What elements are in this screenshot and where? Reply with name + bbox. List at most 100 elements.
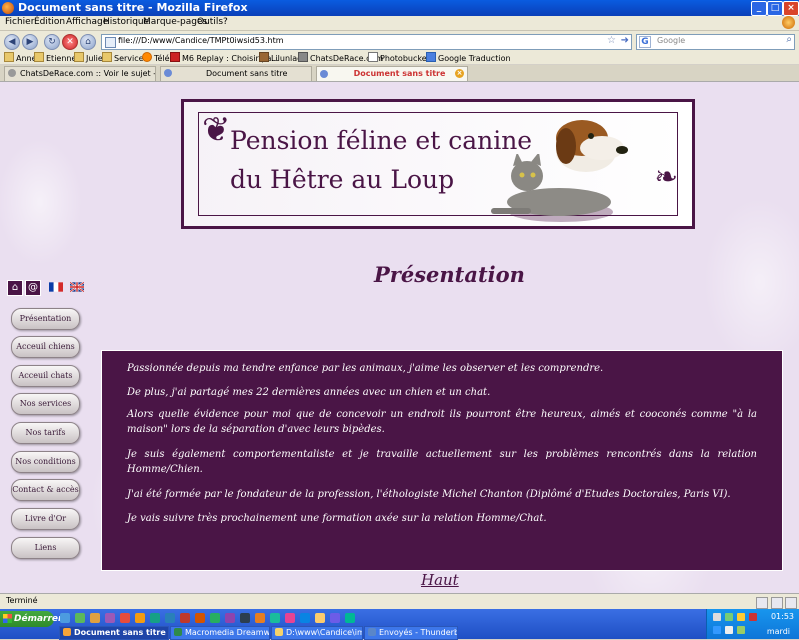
french-flag-icon[interactable] (49, 282, 63, 292)
nav-nos-tarifs[interactable]: Nos tarifs (11, 422, 80, 444)
task-firefox[interactable]: Document sans titre -... (59, 626, 169, 640)
tray-icon-5[interactable] (713, 626, 721, 634)
throbber-icon (782, 16, 795, 29)
google-engine-icon[interactable]: G (639, 36, 651, 48)
reload-icon[interactable]: ↻ (44, 34, 60, 50)
folder-icon (102, 52, 112, 62)
quicklaunch-folder-icon[interactable] (90, 613, 100, 623)
bookmark-star-icon[interactable]: ☆ (607, 35, 616, 46)
quicklaunch-app4-icon[interactable] (180, 613, 190, 623)
maximize-button[interactable]: □ (767, 1, 783, 16)
paragraph-2: De plus, j'ai partagé mes 22 dernières a… (127, 387, 491, 398)
status-popup-icon[interactable] (771, 597, 783, 609)
quicklaunch-ie-icon[interactable] (75, 613, 85, 623)
nav-contact-acces[interactable]: Contact & accès (11, 479, 80, 501)
nav-nos-services[interactable]: Nos services (11, 393, 80, 415)
quicklaunch-app6-icon[interactable] (210, 613, 220, 623)
quicklaunch-firefox-icon[interactable] (135, 613, 145, 623)
nav-acceuil-chats[interactable]: Acceuil chats (11, 365, 80, 387)
quicklaunch-app-icon[interactable] (120, 613, 130, 623)
home-icon[interactable]: ⌂ (7, 280, 23, 296)
home-nav-icon[interactable]: ⌂ (80, 34, 96, 50)
task-thunderbird[interactable]: Envoyés - Thunderbird (364, 626, 458, 640)
quicklaunch-app14-icon[interactable] (330, 613, 340, 623)
system-tray: 01:53 mardi (706, 609, 799, 639)
tab-document-active[interactable]: Document sans titre × (316, 66, 468, 81)
nav-livre-dor[interactable]: Livre d'Or (11, 508, 80, 530)
search-box[interactable]: G Google ⌕ (636, 34, 795, 50)
bookmark-lilunlae[interactable]: Lilunlae (259, 52, 302, 63)
paragraph-3: Alors quelle évidence pour moi que de co… (127, 409, 757, 435)
bookmark-google-traduction[interactable]: Google Traduction (426, 52, 511, 63)
bookmark-photobucket[interactable]: Photobucket2 (368, 52, 435, 63)
quicklaunch-app3-icon[interactable] (165, 613, 175, 623)
menu-fichier[interactable]: Fichier (5, 17, 34, 27)
quicklaunch-media-icon[interactable] (105, 613, 115, 623)
tab-chatsderace[interactable]: ChatsDeRace.com :: Voir le sujet - Nou..… (4, 66, 156, 81)
status-addon-icon[interactable] (785, 597, 797, 609)
tray-icon-1[interactable] (713, 613, 721, 621)
quicklaunch-app12-icon[interactable] (300, 613, 310, 623)
quicklaunch-app9-icon[interactable] (255, 613, 265, 623)
tray-clock: 01:53 (770, 612, 794, 621)
navigation-toolbar: ◀ ▶ ↻ ✕ ⌂ file:///D:/www/Candice/TMPt0iw… (0, 31, 799, 51)
search-magnifier-icon[interactable]: ⌕ (786, 34, 792, 45)
tab-document-1[interactable]: Document sans titre (160, 66, 312, 81)
url-text: file:///D:/www/Candice/TMPt0iwsid53.htm (118, 36, 284, 45)
bookmark-tele[interactable]: Télé (142, 52, 170, 63)
photobucket-icon (368, 52, 378, 62)
bookmark-services[interactable]: Services (102, 52, 148, 63)
quicklaunch-app7-icon[interactable] (225, 613, 235, 623)
tray-icon-2[interactable] (725, 613, 733, 621)
quicklaunch-app13-icon[interactable] (315, 613, 325, 623)
quicklaunch-app2-icon[interactable] (150, 613, 160, 623)
uk-flag-icon[interactable] (70, 282, 84, 292)
go-arrow-icon[interactable]: ➜ (621, 35, 629, 46)
start-button[interactable]: Démarrer (0, 611, 62, 627)
page-viewport: ❦ ❧ Pension féline et canine du Hêtre au… (0, 82, 799, 593)
presentation-text-box: Passionnée depuis ma tendre enfance par … (101, 350, 783, 571)
bookmark-julie[interactable]: Julie (74, 52, 103, 63)
quicklaunch-app15-icon[interactable] (345, 613, 355, 623)
tray-icon-3[interactable] (737, 613, 745, 621)
window-titlebar: Document sans titre - Mozilla Firefox _ … (0, 0, 799, 16)
tray-icon-7[interactable] (737, 626, 745, 634)
tray-icon-4[interactable] (749, 613, 757, 621)
nav-presentation[interactable]: Présentation (11, 308, 80, 330)
forward-icon[interactable]: ▶ (22, 34, 38, 50)
menu-help[interactable]: ? (223, 17, 228, 27)
paragraph-6: Je vais suivre très prochainement une fo… (127, 513, 547, 524)
firefox-task-icon (63, 628, 71, 636)
quicklaunch-app11-icon[interactable] (285, 613, 295, 623)
tray-icon-6[interactable] (725, 626, 733, 634)
nav-liens[interactable]: Liens (11, 537, 80, 559)
status-security-icon[interactable] (756, 597, 768, 609)
menu-outils[interactable]: Outils (197, 17, 223, 27)
task-dreamweaver[interactable]: Macromedia Dreamweav... (170, 626, 270, 640)
back-icon[interactable]: ◀ (4, 34, 20, 50)
bookmark-anne[interactable]: Anne (4, 52, 37, 63)
lilunlae-icon (259, 52, 269, 62)
ornament-swirl-icon: ❦ (202, 110, 231, 150)
search-placeholder: Google (657, 36, 686, 45)
quicklaunch-desktop-icon[interactable] (60, 613, 70, 623)
nav-acceuil-chiens[interactable]: Acceuil chiens (11, 336, 80, 358)
quicklaunch-app8-icon[interactable] (240, 613, 250, 623)
minimize-button[interactable]: _ (751, 1, 767, 16)
nav-nos-conditions[interactable]: Nos conditions (11, 451, 80, 473)
menu-edition[interactable]: Édition (34, 17, 65, 27)
page-tab-icon (320, 70, 328, 78)
bookmark-etienne[interactable]: Etienne (34, 52, 76, 63)
close-button[interactable]: × (783, 1, 799, 16)
paw-icon (298, 52, 308, 62)
back-to-top-link[interactable]: Haut (421, 571, 459, 589)
quicklaunch-app5-icon[interactable] (195, 613, 205, 623)
at-icon[interactable]: @ (25, 280, 41, 296)
folder-icon (4, 52, 14, 62)
menu-affichage[interactable]: Affichage (66, 17, 108, 27)
close-tab-icon[interactable]: × (455, 69, 464, 78)
stop-icon[interactable]: ✕ (62, 34, 78, 50)
quicklaunch-app10-icon[interactable] (270, 613, 280, 623)
address-bar[interactable]: file:///D:/www/Candice/TMPt0iwsid53.htm … (101, 34, 632, 50)
task-explorer[interactable]: D:\www\Candice\images (271, 626, 363, 640)
